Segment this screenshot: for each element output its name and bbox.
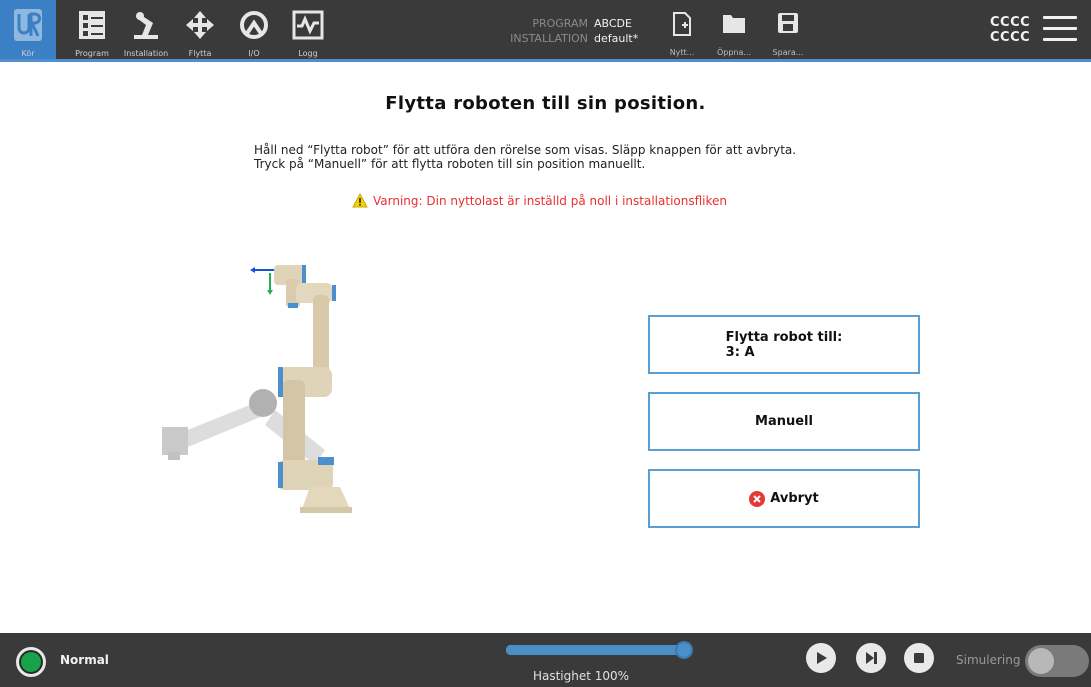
tab-program[interactable]: Program xyxy=(64,0,120,62)
tab-io-label: I/O xyxy=(248,49,260,58)
top-bar: Kör Program Installation Flytta I/O Logg… xyxy=(0,0,1091,62)
tab-installation-label: Installation xyxy=(123,49,169,58)
open-button[interactable]: Öppna... xyxy=(710,10,758,62)
manual-button-label: Manuell xyxy=(755,414,813,429)
installation-icon xyxy=(129,8,163,42)
tab-program-label: Program xyxy=(75,49,109,58)
abort-button[interactable]: Avbryt xyxy=(648,469,920,528)
new-file-icon xyxy=(670,12,694,38)
ur-logo-icon xyxy=(11,8,45,42)
abort-button-label: Avbryt xyxy=(770,491,819,506)
tool-frame-icon xyxy=(250,267,277,295)
tab-log-label: Logg xyxy=(298,49,318,58)
new-button[interactable]: Nytt... xyxy=(658,10,706,62)
new-button-label: Nytt... xyxy=(669,48,695,57)
stop-icon xyxy=(914,653,924,663)
user-line-2: CCCC xyxy=(990,30,1031,45)
manual-button[interactable]: Manuell xyxy=(648,392,920,451)
user-line-1: CCCC xyxy=(990,15,1031,30)
step-button[interactable] xyxy=(856,643,886,673)
simulation-toggle-knob xyxy=(1028,648,1054,674)
robot-status-text: Normal xyxy=(60,653,109,667)
installation-name: default* xyxy=(594,32,639,45)
tab-move[interactable]: Flytta xyxy=(172,0,228,62)
move-robot-target: 3: A xyxy=(725,344,755,360)
program-info: PROGRAM ABCDE INSTALLATION default* xyxy=(490,16,650,46)
hamburger-menu-icon[interactable] xyxy=(1043,16,1077,44)
step-icon xyxy=(866,652,877,664)
tab-io[interactable]: I/O xyxy=(226,0,282,62)
payload-warning: Varning: Din nyttolast är inställd på no… xyxy=(352,193,727,208)
top-bar-accent xyxy=(0,59,1091,62)
save-button[interactable]: Spara... xyxy=(764,10,812,62)
play-icon xyxy=(817,652,827,664)
speed-label: Hastighet 100% xyxy=(532,669,630,683)
robot-target-pose xyxy=(274,265,352,513)
save-icon xyxy=(776,12,800,38)
stop-button[interactable] xyxy=(904,643,934,673)
close-circle-icon xyxy=(749,490,766,507)
io-icon xyxy=(237,8,271,42)
simulation-label: Simulering xyxy=(956,653,1021,667)
move-arrows-icon xyxy=(183,8,217,42)
speed-slider-handle[interactable] xyxy=(675,641,693,659)
log-icon xyxy=(291,8,325,42)
save-button-label: Spara... xyxy=(772,48,804,57)
instruction-line-1: Håll ned “Flytta robot” för att utföra d… xyxy=(254,143,797,157)
instruction-line-2: Tryck på “Manuell” för att flytta robote… xyxy=(254,157,646,171)
folder-icon xyxy=(722,12,746,38)
instructions: Håll ned “Flytta robot” för att utföra d… xyxy=(254,143,796,171)
robot-status-indicator[interactable] xyxy=(16,647,46,677)
speed-slider[interactable] xyxy=(506,641,693,659)
tab-move-label: Flytta xyxy=(188,49,212,58)
speed-slider-fill xyxy=(506,645,684,655)
program-name: ABCDE xyxy=(594,17,632,30)
bottom-bar: Normal Hastighet 100% Simulering xyxy=(0,633,1091,687)
simulation-toggle[interactable] xyxy=(1025,645,1089,677)
program-key: PROGRAM xyxy=(532,17,588,30)
installation-key: INSTALLATION xyxy=(510,32,588,45)
tab-run-label: Kör xyxy=(21,49,35,58)
app-window: Kör Program Installation Flytta I/O Logg… xyxy=(0,0,1091,687)
move-robot-label: Flytta robot till: xyxy=(725,329,843,345)
page-title: Flytta roboten till sin position. xyxy=(385,93,706,114)
user-indicator: CCCC CCCC xyxy=(990,15,1030,45)
open-button-label: Öppna... xyxy=(716,48,752,57)
tab-installation[interactable]: Installation xyxy=(118,0,174,62)
move-robot-button[interactable]: Flytta robot till: 3: A xyxy=(648,315,920,374)
tab-log[interactable]: Logg xyxy=(280,0,336,62)
warning-icon xyxy=(352,193,368,208)
play-button[interactable] xyxy=(806,643,836,673)
program-icon xyxy=(75,8,109,42)
tab-run[interactable]: Kör xyxy=(0,0,56,62)
robot-preview xyxy=(150,255,380,520)
warning-text: Varning: Din nyttolast är inställd på no… xyxy=(373,193,728,208)
